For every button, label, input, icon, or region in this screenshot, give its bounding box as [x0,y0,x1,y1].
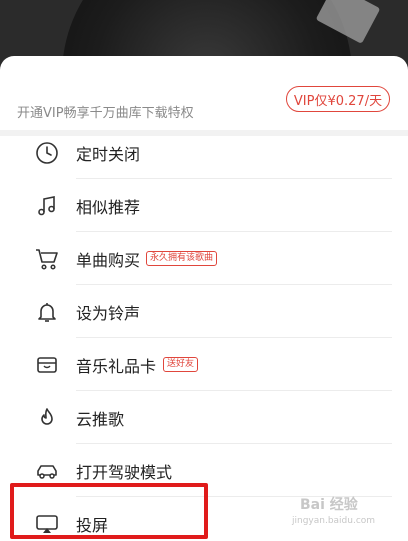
highlight-annotation [10,483,208,539]
baidu-watermark: Bai 经验 jingyan.baidu.com [292,492,386,532]
vip-promo-text: 开通VIP畅享千万曲库下载特权 [17,106,194,121]
menu-item-label: 音乐礼品卡 [76,356,157,376]
menu-item-buy-song[interactable]: 单曲购买 永久拥有该歌曲 [0,232,408,285]
menu-item-cloud-recommend[interactable]: 云推歌 [0,391,408,444]
menu-item-label: 云推歌 [76,409,125,429]
menu-item-similar[interactable]: 相似推荐 [0,179,408,232]
shopping-cart-icon [33,245,61,273]
music-notes-icon [33,192,61,220]
menu-item-gift-card[interactable]: 音乐礼品卡 送好友 [0,338,408,391]
menu-item-ringtone[interactable]: 设为铃声 [0,285,408,338]
menu-item-label: 相似推荐 [76,197,141,217]
cloud-flame-icon [33,404,61,432]
vip-button[interactable]: VIP仅¥0.27/天 [286,86,390,112]
menu-item-label: 打开驾驶模式 [76,462,173,482]
car-icon [33,457,61,485]
menu-item-label: 定时关闭 [76,144,141,164]
gift-card-icon [33,351,61,379]
watermark-subtext: jingyan.baidu.com [292,516,376,526]
more-options-sheet: 开通VIP畅享千万曲库下载特权 VIP仅¥0.27/天 定时关闭 相似推荐 单曲… [0,56,408,541]
permanent-own-tag: 永久拥有该歌曲 [146,251,218,266]
watermark-text: Bai 经验 [300,497,358,513]
menu-item-sleep-timer[interactable]: 定时关闭 [0,126,408,179]
bell-icon [33,298,61,326]
vip-banner[interactable]: 开通VIP畅享千万曲库下载特权 VIP仅¥0.27/天 [0,56,408,136]
clock-icon [33,139,61,167]
menu-item-label: 单曲购买 [76,250,141,270]
menu-item-label: 设为铃声 [76,303,141,323]
send-friend-tag: 送好友 [163,357,199,372]
